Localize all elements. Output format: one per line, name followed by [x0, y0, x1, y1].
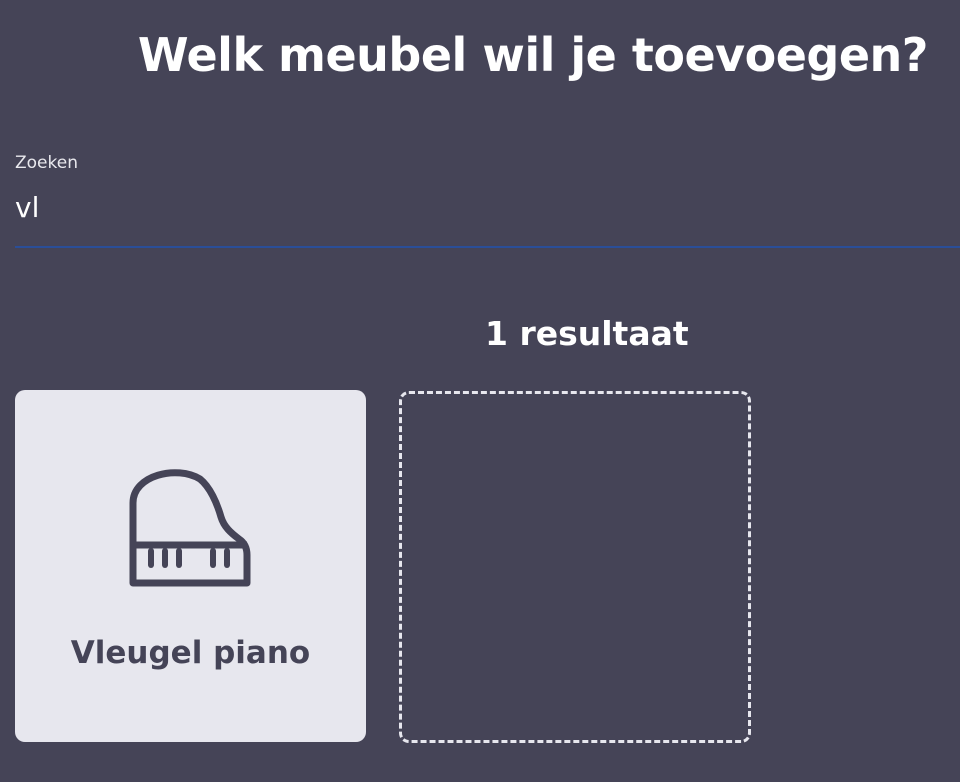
search-label: Zoeken	[15, 153, 78, 173]
empty-slot-placeholder	[399, 391, 751, 743]
page: Welk meubel wil je toevoegen? Zoeken 1 r…	[0, 0, 960, 782]
search-input[interactable]	[15, 180, 960, 236]
result-card-label: Vleugel piano	[70, 635, 311, 671]
grand-piano-icon	[129, 469, 251, 587]
search-field[interactable]	[15, 180, 960, 248]
page-title: Welk meubel wil je toevoegen?	[137, 28, 929, 82]
results-count: 1 resultaat	[485, 314, 689, 353]
